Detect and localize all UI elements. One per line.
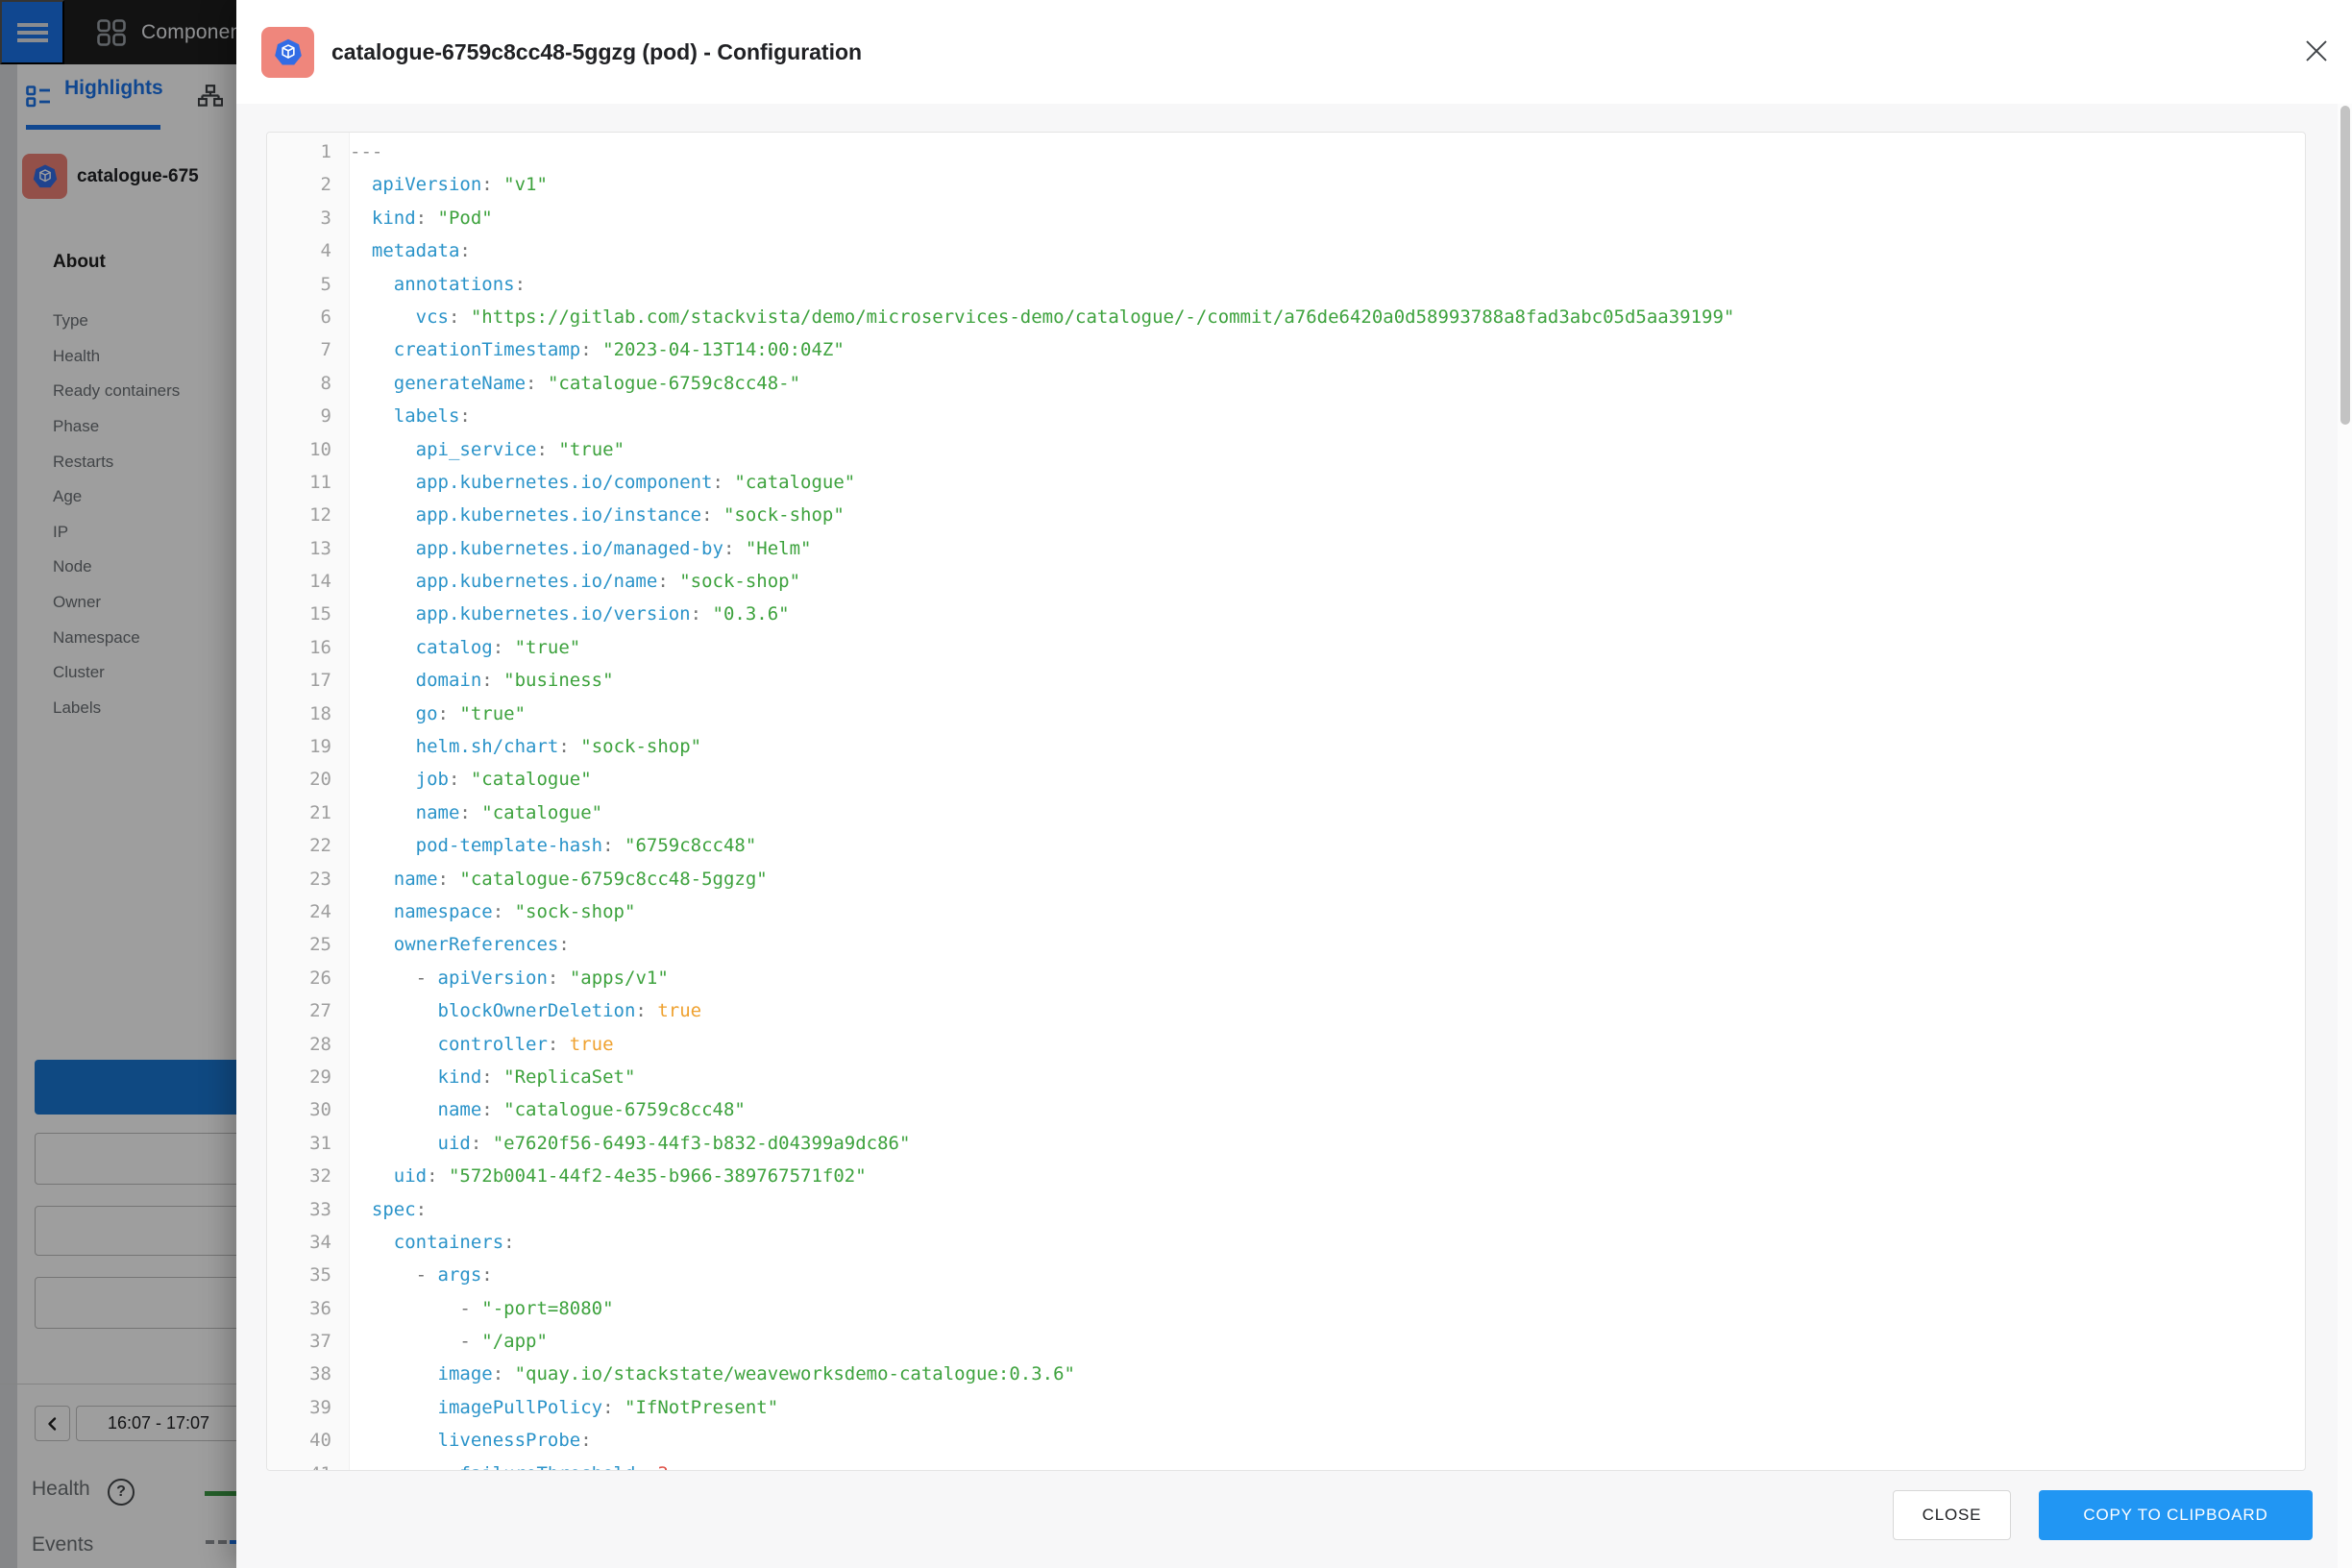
line-number: 6	[267, 301, 350, 333]
line-number: 14	[267, 565, 350, 598]
line-number: 38	[267, 1358, 350, 1390]
line-number: 13	[267, 532, 350, 565]
code-line: 38 image: "quay.io/stackstate/weaveworks…	[267, 1358, 2305, 1390]
code-line: 39 imagePullPolicy: "IfNotPresent"	[267, 1391, 2305, 1424]
code-line: 33 spec:	[267, 1193, 2305, 1226]
code-line: 9 labels:	[267, 400, 2305, 432]
modal-header: catalogue-6759c8cc48-5ggzg (pod) - Confi…	[236, 0, 2352, 104]
code-line: 34 containers:	[267, 1226, 2305, 1259]
line-number: 41	[267, 1458, 350, 1471]
code-line: 4 metadata:	[267, 234, 2305, 267]
code-line: 18 go: "true"	[267, 698, 2305, 730]
line-number: 15	[267, 598, 350, 630]
line-number: 18	[267, 698, 350, 730]
line-number: 11	[267, 466, 350, 499]
code-line: 1---	[267, 135, 2305, 168]
line-number: 34	[267, 1226, 350, 1259]
code-lines: 1---2 apiVersion: "v1"3 kind: "Pod"4 met…	[267, 135, 2305, 1471]
line-number: 12	[267, 499, 350, 531]
configuration-modal: catalogue-6759c8cc48-5ggzg (pod) - Confi…	[236, 0, 2352, 1568]
line-number: 30	[267, 1093, 350, 1126]
code-line: 14 app.kubernetes.io/name: "sock-shop"	[267, 565, 2305, 598]
code-line: 2 apiVersion: "v1"	[267, 168, 2305, 201]
line-number: 32	[267, 1160, 350, 1192]
code-line: 26 - apiVersion: "apps/v1"	[267, 962, 2305, 994]
close-button[interactable]: CLOSE	[1893, 1490, 2011, 1540]
line-number: 27	[267, 994, 350, 1027]
code-line: 8 generateName: "catalogue-6759c8cc48-"	[267, 367, 2305, 400]
code-line: 24 namespace: "sock-shop"	[267, 895, 2305, 928]
line-number: 22	[267, 829, 350, 862]
modal-close-button[interactable]	[2303, 37, 2330, 64]
line-number: 8	[267, 367, 350, 400]
line-number: 3	[267, 202, 350, 234]
line-number: 36	[267, 1292, 350, 1325]
line-number: 39	[267, 1391, 350, 1424]
close-icon	[2304, 38, 2329, 63]
code-line: 37 - "/app"	[267, 1325, 2305, 1358]
code-line: 25 ownerReferences:	[267, 928, 2305, 961]
code-line: 19 helm.sh/chart: "sock-shop"	[267, 730, 2305, 763]
line-number: 24	[267, 895, 350, 928]
code-line: 12 app.kubernetes.io/instance: "sock-sho…	[267, 499, 2305, 531]
line-number: 16	[267, 631, 350, 664]
pod-modal-icon	[261, 27, 314, 78]
line-number: 1	[267, 135, 350, 168]
code-line: 28 controller: true	[267, 1028, 2305, 1061]
code-line: 20 job: "catalogue"	[267, 763, 2305, 796]
line-number: 19	[267, 730, 350, 763]
modal-title: catalogue-6759c8cc48-5ggzg (pod) - Confi…	[331, 0, 862, 104]
code-line: 29 kind: "ReplicaSet"	[267, 1061, 2305, 1093]
code-line: 7 creationTimestamp: "2023-04-13T14:00:0…	[267, 333, 2305, 366]
line-number: 33	[267, 1193, 350, 1226]
code-line: 15 app.kubernetes.io/version: "0.3.6"	[267, 598, 2305, 630]
line-number: 10	[267, 433, 350, 466]
code-line: 41 failureThreshold: 3	[267, 1458, 2305, 1471]
code-line: 3 kind: "Pod"	[267, 202, 2305, 234]
code-line: 17 domain: "business"	[267, 664, 2305, 697]
line-number: 21	[267, 796, 350, 829]
code-line: 5 annotations:	[267, 268, 2305, 301]
line-number: 28	[267, 1028, 350, 1061]
code-line: 16 catalog: "true"	[267, 631, 2305, 664]
line-number: 31	[267, 1127, 350, 1160]
code-line: 22 pod-template-hash: "6759c8cc48"	[267, 829, 2305, 862]
code-line: 32 uid: "572b0041-44f2-4e35-b966-3897675…	[267, 1160, 2305, 1192]
line-number: 25	[267, 928, 350, 961]
code-line: 10 api_service: "true"	[267, 433, 2305, 466]
line-number: 9	[267, 400, 350, 432]
line-number: 5	[267, 268, 350, 301]
code-line: 35 - args:	[267, 1259, 2305, 1291]
code-line: 6 vcs: "https://gitlab.com/stackvista/de…	[267, 301, 2305, 333]
code-line: 27 blockOwnerDeletion: true	[267, 994, 2305, 1027]
line-number: 17	[267, 664, 350, 697]
copy-to-clipboard-button[interactable]: COPY TO CLIPBOARD	[2039, 1490, 2313, 1540]
line-number: 23	[267, 863, 350, 895]
code-line: 13 app.kubernetes.io/managed-by: "Helm"	[267, 532, 2305, 565]
line-number: 40	[267, 1424, 350, 1457]
line-number: 7	[267, 333, 350, 366]
code-line: 30 name: "catalogue-6759c8cc48"	[267, 1093, 2305, 1126]
line-number: 29	[267, 1061, 350, 1093]
code-line: 11 app.kubernetes.io/component: "catalog…	[267, 466, 2305, 499]
line-number: 20	[267, 763, 350, 796]
code-line: 40 livenessProbe:	[267, 1424, 2305, 1457]
line-number: 26	[267, 962, 350, 994]
line-number: 4	[267, 234, 350, 267]
line-number: 37	[267, 1325, 350, 1358]
line-number: 2	[267, 168, 350, 201]
code-line: 36 - "-port=8080"	[267, 1292, 2305, 1325]
yaml-code-viewer[interactable]: 1---2 apiVersion: "v1"3 kind: "Pod"4 met…	[266, 132, 2306, 1471]
line-number: 35	[267, 1259, 350, 1291]
code-line: 21 name: "catalogue"	[267, 796, 2305, 829]
scrollbar-thumb[interactable]	[2340, 106, 2350, 425]
code-line: 23 name: "catalogue-6759c8cc48-5ggzg"	[267, 863, 2305, 895]
kubernetes-pod-icon	[272, 37, 305, 69]
code-line: 31 uid: "e7620f56-6493-44f3-b832-d04399a…	[267, 1127, 2305, 1160]
